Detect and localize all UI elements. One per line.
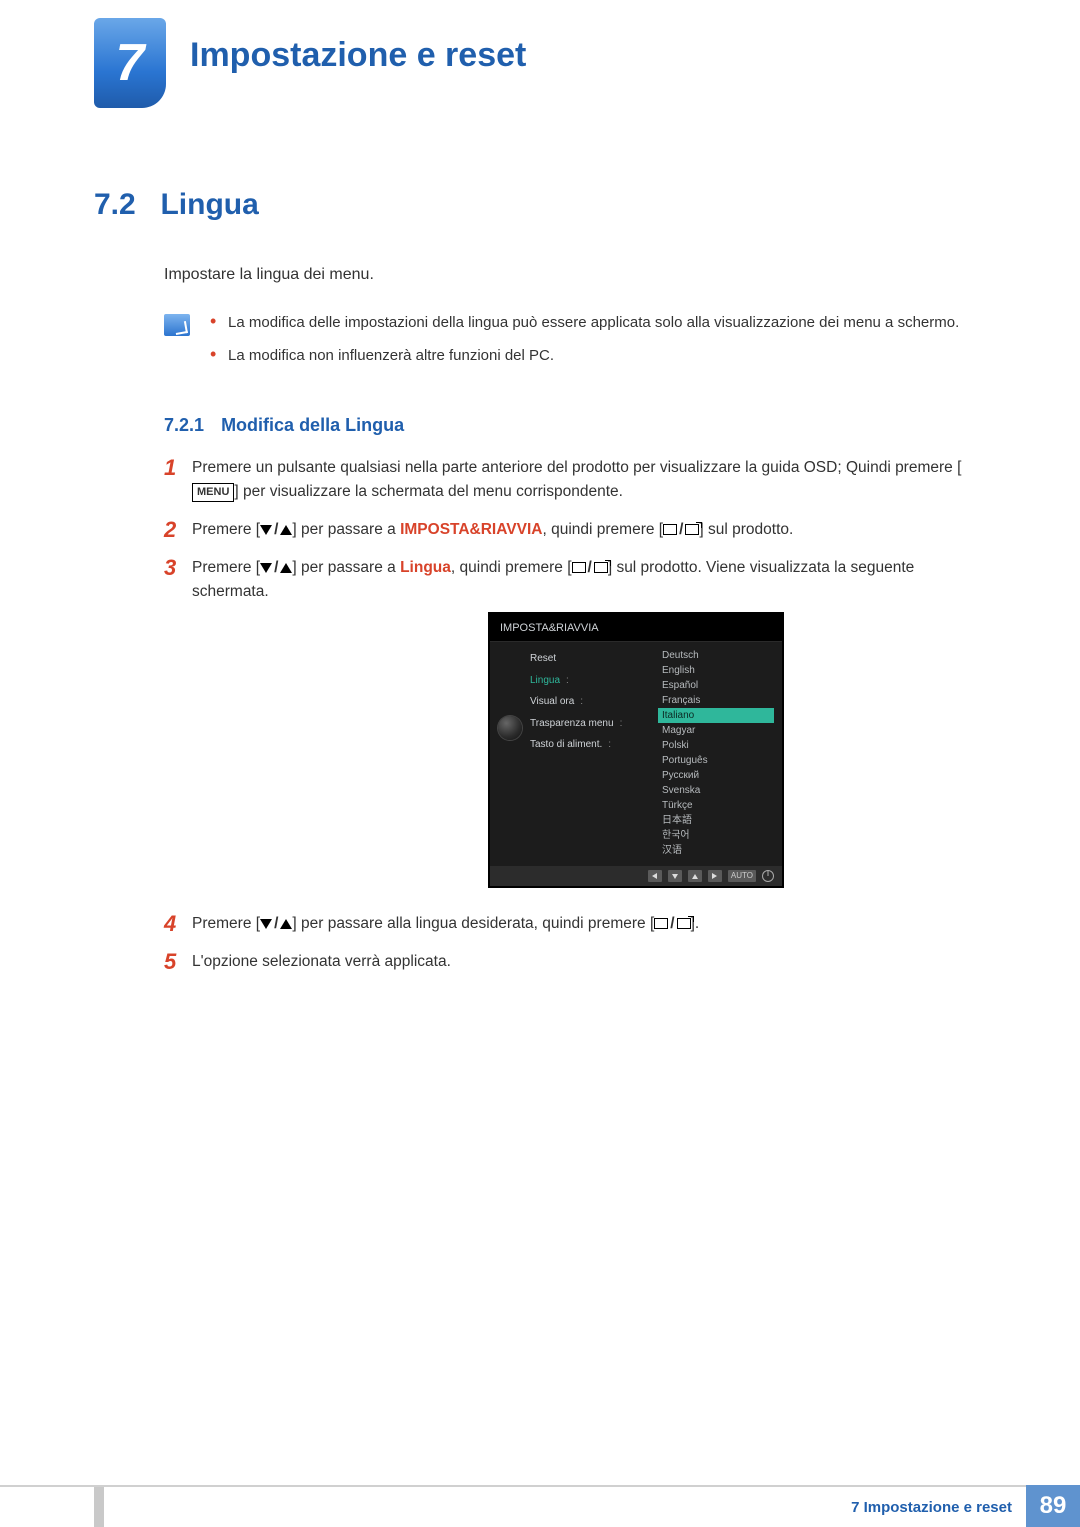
- triangle-down-icon: [260, 525, 272, 535]
- osd-right-pane: DeutschEnglishEspañolFrançaisItalianoMag…: [650, 642, 782, 866]
- osd-language-item: Français: [658, 693, 774, 708]
- rect-plus-icon: [594, 562, 608, 573]
- osd-body: Reset Lingua: Visual ora: Trasparenza me…: [490, 642, 782, 866]
- step-number: 4: [164, 912, 192, 936]
- osd-menu: Reset Lingua: Visual ora: Trasparenza me…: [530, 648, 640, 756]
- rect-icon: [654, 918, 668, 929]
- rect-icon: [663, 524, 677, 535]
- footer-text: 7 Impostazione e reset: [851, 1499, 1012, 1516]
- subsection-title: Modifica della Lingua: [221, 415, 404, 435]
- section-number: 7.2: [94, 188, 156, 222]
- osd-bottom-bar: AUTO: [490, 866, 782, 886]
- osd-language-item: Português: [658, 753, 774, 768]
- subsection-number: 7.2.1: [164, 415, 204, 435]
- power-icon: [762, 870, 774, 882]
- footer-accent: [94, 1487, 104, 1527]
- osd-title: IMPOSTA&RIAVVIA: [490, 614, 782, 642]
- osd-language-item: Español: [658, 678, 774, 693]
- chapter-number: 7: [116, 33, 145, 93]
- osd-language-item-selected: Italiano: [658, 708, 774, 723]
- triangle-up-icon: [280, 525, 292, 535]
- osd-menu-item: Reset: [530, 648, 640, 670]
- osd-menu-item-selected: Lingua:: [530, 670, 640, 692]
- footer-page-number: 89: [1026, 1485, 1080, 1527]
- step: 3 Premere [/] per passare a Lingua, quin…: [164, 556, 974, 898]
- page-content: 7.2 Lingua Impostare la lingua dei menu.…: [94, 188, 974, 989]
- chapter-title: Impostazione e reset: [190, 36, 526, 75]
- accent-text: Lingua: [400, 559, 451, 576]
- step: 5 L'opzione selezionata verrà applicata.: [164, 950, 974, 974]
- osd-language-item: Polski: [658, 738, 774, 753]
- step-body: Premere [/] per passare a Lingua, quindi…: [192, 556, 974, 898]
- nav-right-icon: [708, 870, 722, 882]
- note-icon: [164, 314, 190, 336]
- steps-list: 1 Premere un pulsante qualsiasi nella pa…: [164, 456, 974, 975]
- step-body: Premere [/] per passare a IMPOSTA&RIAVVI…: [192, 518, 974, 542]
- step-number: 1: [164, 456, 192, 504]
- osd-language-list: DeutschEnglishEspañolFrançaisItalianoMag…: [658, 648, 774, 858]
- osd-language-item: Deutsch: [658, 648, 774, 663]
- step: 1 Premere un pulsante qualsiasi nella pa…: [164, 456, 974, 504]
- step: 2 Premere [/] per passare a IMPOSTA&RIAV…: [164, 518, 974, 542]
- joystick-icon: [498, 716, 522, 740]
- menu-button-label: MENU: [192, 483, 234, 502]
- note-list: La modifica delle impostazioni della lin…: [210, 312, 959, 377]
- rect-icon: [572, 562, 586, 573]
- note-item: La modifica delle impostazioni della lin…: [210, 312, 959, 335]
- triangle-up-icon: [280, 919, 292, 929]
- section-heading: 7.2 Lingua: [94, 188, 974, 222]
- section-intro: Impostare la lingua dei menu.: [164, 266, 974, 284]
- osd-language-item: 日本語: [658, 813, 774, 828]
- osd-menu-item: Tasto di aliment.:: [530, 734, 640, 756]
- section-title: Lingua: [160, 188, 258, 221]
- auto-button-label: AUTO: [728, 870, 756, 882]
- osd-language-item: English: [658, 663, 774, 678]
- chapter-badge: 7: [94, 18, 166, 108]
- osd-left-pane: Reset Lingua: Visual ora: Trasparenza me…: [490, 642, 650, 866]
- osd-screenshot: IMPOSTA&RIAVVIA Reset Lingua: Visual ora…: [488, 612, 784, 888]
- osd-language-item: Magyar: [658, 723, 774, 738]
- osd-language-item: Türkçe: [658, 798, 774, 813]
- nav-left-icon: [648, 870, 662, 882]
- nav-down-icon: [668, 870, 682, 882]
- triangle-up-icon: [280, 563, 292, 573]
- step-number: 5: [164, 950, 192, 974]
- step-number: 3: [164, 556, 192, 898]
- osd-language-item: 汉语: [658, 843, 774, 858]
- step-body: Premere [/] per passare alla lingua desi…: [192, 912, 974, 936]
- step-body: L'opzione selezionata verrà applicata.: [192, 950, 974, 974]
- osd-language-item: Русский: [658, 768, 774, 783]
- osd-menu-item: Trasparenza menu:: [530, 713, 640, 735]
- step-number: 2: [164, 518, 192, 542]
- subsection-heading: 7.2.1 Modifica della Lingua: [164, 415, 974, 436]
- nav-up-icon: [688, 870, 702, 882]
- triangle-down-icon: [260, 919, 272, 929]
- osd-menu-item: Visual ora:: [530, 691, 640, 713]
- osd-language-item: 한국어: [658, 828, 774, 843]
- triangle-down-icon: [260, 563, 272, 573]
- note-item: La modifica non influenzerà altre funzio…: [210, 345, 959, 368]
- step: 4 Premere [/] per passare alla lingua de…: [164, 912, 974, 936]
- rect-plus-icon: [677, 918, 691, 929]
- osd-language-item: Svenska: [658, 783, 774, 798]
- step-body: Premere un pulsante qualsiasi nella part…: [192, 456, 974, 504]
- accent-text: IMPOSTA&RIAVVIA: [400, 521, 542, 538]
- footer-bar: 7 Impostazione e reset: [0, 1485, 1026, 1527]
- note-block: La modifica delle impostazioni della lin…: [164, 312, 974, 377]
- page-footer: 7 Impostazione e reset 89: [0, 1485, 1080, 1527]
- rect-plus-icon: [685, 524, 699, 535]
